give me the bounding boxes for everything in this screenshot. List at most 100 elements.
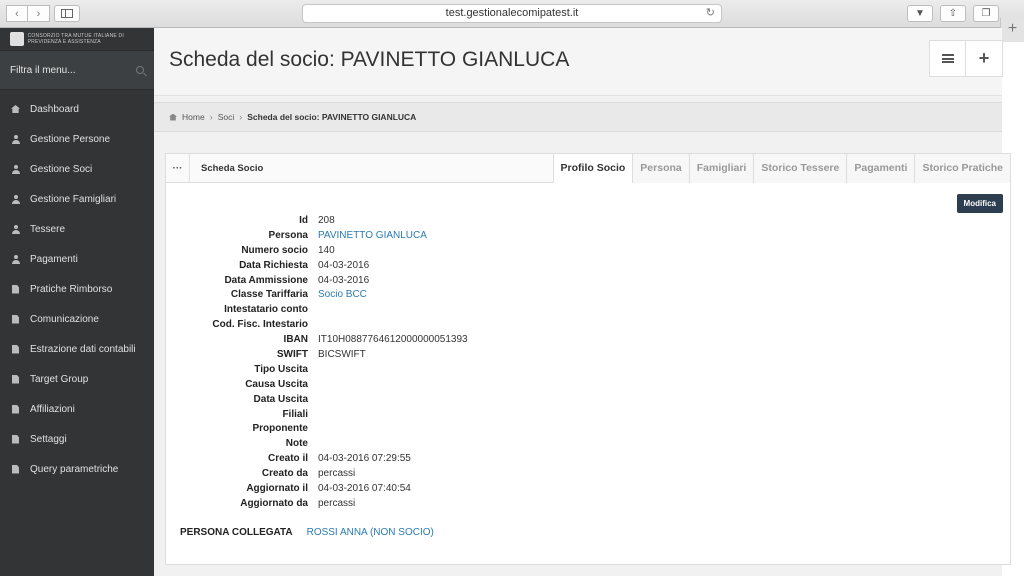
- sidebar-item-dashboard[interactable]: Dashboard: [0, 94, 154, 124]
- detail-label: Proponente: [252, 423, 308, 435]
- tab-pagamenti[interactable]: Pagamenti: [846, 154, 915, 183]
- detail-link[interactable]: Socio BCC: [318, 289, 367, 300]
- browser-toolbar: ‹ › test.gestionalecomipatest.it ↻ ▼ ⇧ ❐: [0, 0, 1024, 28]
- sidebar-item-settaggi[interactable]: Settaggi: [0, 424, 154, 454]
- menu-filter: [0, 50, 154, 90]
- sidebar-item-pagamenti[interactable]: Pagamenti: [0, 244, 154, 274]
- chevron-right-icon: ›: [239, 112, 243, 122]
- detail-row: Note: [166, 436, 1010, 451]
- sidebar-menu: Dashboard Gestione Persone Gestione Soci Ge…: [0, 94, 154, 484]
- logo-mark: [10, 32, 24, 46]
- list-icon: [941, 54, 954, 63]
- detail-row: IBAN IT10H0887764612000000051393: [166, 332, 1010, 347]
- detail-row: Proponente: [166, 421, 1010, 436]
- linked-person-label: PERSONA COLLEGATA: [180, 527, 293, 538]
- tabs-button[interactable]: ❐: [973, 5, 999, 22]
- user-icon: [11, 134, 20, 144]
- user-icon: [11, 194, 20, 204]
- document-icon: [11, 284, 20, 294]
- detail-label: Cod. Fisc. Intestario: [212, 319, 308, 331]
- tab-persona[interactable]: Persona: [632, 154, 689, 183]
- detail-label: Aggiornato il: [246, 482, 308, 494]
- sidebar-item-label: Gestione Famigliari: [30, 193, 117, 205]
- breadcrumb-soci[interactable]: Soci: [218, 112, 235, 122]
- detail-value: 04-03-2016: [318, 259, 370, 271]
- back-button[interactable]: ‹: [6, 5, 28, 22]
- detail-label: Causa Uscita: [245, 378, 308, 390]
- page-header: Scheda del socio: PAVINETTO GIANLUCA +: [154, 28, 1003, 96]
- panel-title: Scheda Socio: [201, 163, 264, 174]
- detail-label: IBAN: [283, 334, 308, 346]
- chevron-right-icon: ›: [209, 112, 213, 122]
- sidebar-item-label: Affiliazioni: [30, 403, 75, 415]
- detail-value: percassi: [318, 497, 356, 509]
- detail-row: Causa Uscita: [166, 377, 1010, 392]
- detail-value: 04-03-2016 07:29:55: [318, 453, 411, 465]
- sidebar-item-label: Target Group: [30, 373, 89, 385]
- plus-icon: +: [1007, 20, 1018, 37]
- detail-value: BICSWIFT: [318, 348, 366, 360]
- page-title: Scheda del socio: PAVINETTO GIANLUCA: [169, 48, 570, 71]
- add-button[interactable]: +: [966, 40, 1003, 77]
- breadcrumb-home[interactable]: Home: [182, 112, 205, 122]
- main-content: Scheda del socio: PAVINETTO GIANLUCA + H…: [154, 28, 1011, 576]
- sidebar-item-estrazione-dati-contabili[interactable]: Estrazione dati contabili: [0, 334, 154, 364]
- sidebar-item-tessere[interactable]: Tessere: [0, 214, 154, 244]
- sidebar-item-gestione-soci[interactable]: Gestione Soci: [0, 154, 154, 184]
- sidebar-item-query-parametriche[interactable]: Query parametriche: [0, 454, 154, 484]
- home-icon: [169, 113, 177, 121]
- detail-row: Creato da percassi: [166, 466, 1010, 481]
- user-icon: [11, 254, 20, 264]
- download-icon: ▼: [915, 8, 925, 19]
- sidebar-item-label: Pratiche Rimborso: [30, 283, 113, 295]
- user-icon: [11, 224, 20, 234]
- sidebar-item-comunicazione[interactable]: Comunicazione: [0, 304, 154, 334]
- panel-menu-button[interactable]: ···: [166, 154, 190, 182]
- header-actions: +: [929, 40, 1003, 77]
- address-bar[interactable]: test.gestionalecomipatest.it ↻: [302, 4, 722, 23]
- edit-button[interactable]: Modifica: [956, 194, 1003, 213]
- tab-famigliari[interactable]: Famigliari: [688, 154, 754, 183]
- sidebar-item-target-group[interactable]: Target Group: [0, 364, 154, 394]
- chevron-right-icon: ›: [36, 7, 41, 20]
- reload-icon[interactable]: ↻: [706, 5, 715, 22]
- sidebar-item-affiliazioni[interactable]: Affiliazioni: [0, 394, 154, 424]
- tab-profilo-socio[interactable]: Profilo Socio: [552, 154, 633, 183]
- logo: CONSORZIO TRA MUTUE ITALIANE DI PREVIDEN…: [0, 28, 154, 50]
- detail-row: SWIFT BICSWIFT: [166, 347, 1010, 362]
- detail-label: Persona: [268, 229, 308, 241]
- sidebar-item-label: Gestione Persone: [30, 133, 111, 145]
- list-button[interactable]: [929, 40, 966, 77]
- sidebar-toggle-button[interactable]: [54, 5, 80, 22]
- detail-link[interactable]: PAVINETTO GIANLUCA: [318, 230, 427, 241]
- tab-storico-tessere[interactable]: Storico Tessere: [753, 154, 847, 183]
- detail-label: Data Richiesta: [239, 259, 308, 271]
- linked-person-link[interactable]: ROSSI ANNA (NON SOCIO): [307, 527, 434, 538]
- breadcrumb: Home › Soci › Scheda del socio: PAVINETT…: [154, 102, 1002, 132]
- panel-header: ··· Scheda Socio Profilo Socio Persona Fam…: [166, 154, 1010, 183]
- detail-row: Aggiornato il 04-03-2016 07:40:54: [166, 481, 1010, 496]
- detail-row: Persona PAVINETTO GIANLUCA: [166, 228, 1010, 243]
- sidebar-item-gestione-famigliari[interactable]: Gestione Famigliari: [0, 184, 154, 214]
- downloads-button[interactable]: ▼: [907, 5, 933, 22]
- sidebar-item-pratiche-rimborso[interactable]: Pratiche Rimborso: [0, 274, 154, 304]
- detail-row: Data Richiesta 04-03-2016: [166, 258, 1010, 273]
- detail-row: Intestatario conto: [166, 302, 1010, 317]
- sidebar-item-gestione-persone[interactable]: Gestione Persone: [0, 124, 154, 154]
- detail-row: Data Uscita: [166, 392, 1010, 407]
- detail-label: Filiali: [282, 408, 308, 420]
- sidebar-item-label: Estrazione dati contabili: [30, 343, 136, 355]
- menu-filter-input[interactable]: [10, 64, 110, 76]
- search-icon: [136, 66, 144, 74]
- forward-button[interactable]: ›: [28, 5, 50, 22]
- share-button[interactable]: ⇧: [940, 5, 966, 22]
- sidebar-item-label: Tessere: [30, 223, 66, 235]
- sidebar-item-label: Settaggi: [30, 433, 67, 445]
- new-tab-button[interactable]: +: [1000, 18, 1024, 42]
- sidebar-item-label: Gestione Soci: [30, 163, 93, 175]
- logo-text: CONSORZIO TRA MUTUE ITALIANE DI PREVIDEN…: [27, 33, 124, 45]
- sidebar: CONSORZIO TRA MUTUE ITALIANE DI PREVIDEN…: [0, 28, 154, 576]
- tab-storico-pratiche[interactable]: Storico Pratiche: [914, 154, 1010, 183]
- sidebar-item-label: Query parametriche: [30, 463, 119, 475]
- document-icon: [11, 374, 20, 384]
